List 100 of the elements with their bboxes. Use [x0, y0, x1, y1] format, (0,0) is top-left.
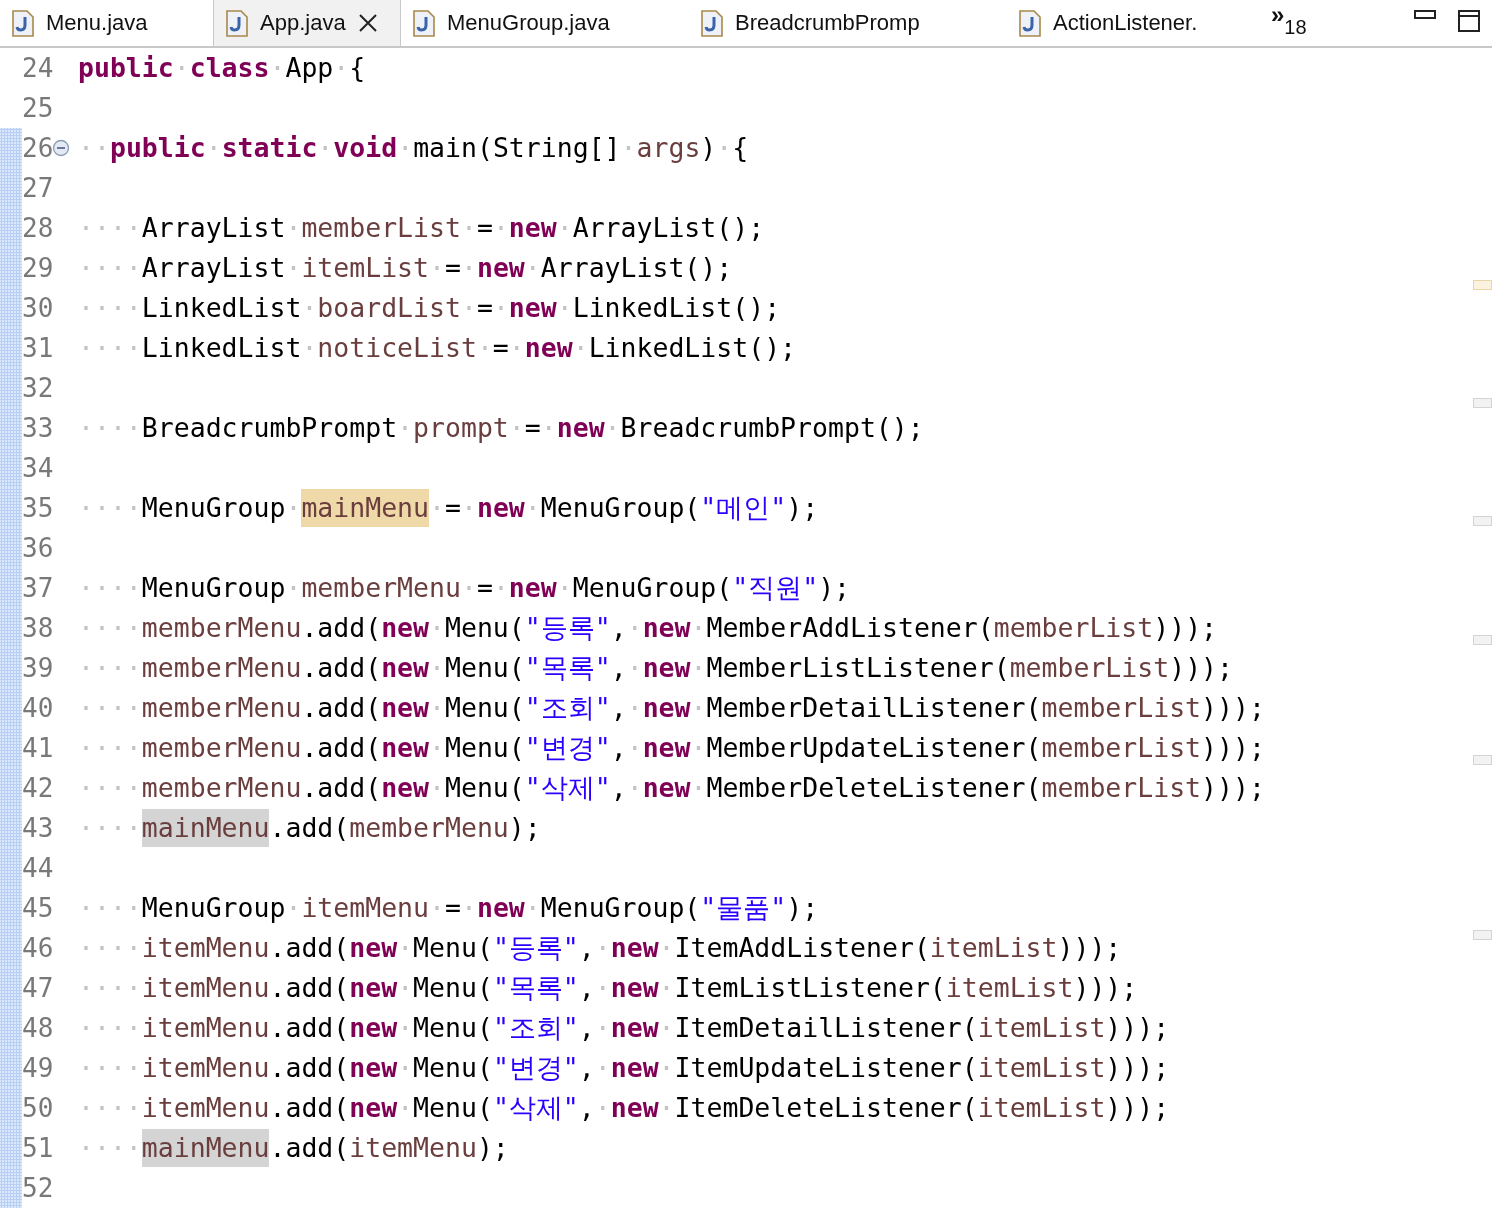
code-text: ,: [578, 1051, 595, 1085]
variable-text: itemMenu: [141, 931, 270, 965]
whitespace-marker: ·: [460, 211, 477, 245]
whitespace-marker: ····: [78, 211, 142, 245]
code-text: =: [476, 291, 493, 325]
whitespace-marker: ·: [626, 691, 643, 725]
whitespace-marker: ·: [690, 771, 707, 805]
code-text: ,: [578, 931, 595, 965]
line-number: 47: [22, 973, 54, 1003]
whitespace-marker: ····: [78, 811, 142, 845]
keyword-text: new: [610, 931, 659, 965]
string-literal: "삭제": [524, 771, 611, 805]
whitespace-marker: ····: [78, 651, 142, 685]
line-number: 33: [22, 413, 54, 443]
line-number: 46: [22, 933, 54, 963]
keyword-text: new: [476, 251, 525, 285]
keyword-text: new: [349, 1011, 398, 1045]
code-text: MenuGroup: [141, 891, 286, 925]
code-text: )));: [1105, 1091, 1170, 1125]
code-text: );: [786, 891, 819, 925]
variable-text: memberList: [993, 611, 1154, 645]
variable-text: memberMenu: [141, 731, 302, 765]
code-text: ,: [578, 1091, 595, 1125]
keyword-text: new: [476, 891, 525, 925]
string-literal: "등록": [492, 931, 579, 965]
variable-text: itemList: [977, 1091, 1106, 1125]
whitespace-marker: ·: [540, 411, 557, 445]
line-number: 51: [22, 1133, 54, 1163]
variable-text: memberList: [1041, 771, 1202, 805]
code-text: ItemUpdateListener(: [674, 1051, 978, 1085]
whitespace-marker: ·: [658, 931, 675, 965]
line-number: 44: [22, 853, 54, 883]
code-text: )));: [1153, 611, 1218, 645]
keyword-text: new: [508, 211, 557, 245]
whitespace-marker: ·: [285, 571, 302, 605]
code-text: ,: [578, 1011, 595, 1045]
code-text: Menu(: [445, 691, 525, 725]
code-text: );: [818, 571, 851, 605]
whitespace-marker: ·: [317, 131, 334, 165]
overview-marker: [1473, 280, 1492, 290]
code-text: Menu(: [413, 931, 493, 965]
code-text: Menu(: [445, 651, 525, 685]
whitespace-marker: ·: [285, 891, 302, 925]
whitespace-marker: ·: [333, 51, 350, 85]
keyword-text: new: [610, 1011, 659, 1045]
variable-text: itemMenu: [141, 1011, 270, 1045]
keyword-text: new: [642, 771, 691, 805]
whitespace-marker: ·: [626, 771, 643, 805]
whitespace-marker: ·: [269, 51, 286, 85]
whitespace-marker: ·: [594, 971, 611, 1005]
whitespace-marker: ····: [78, 611, 142, 645]
code-text: =: [445, 891, 461, 925]
minimize-icon[interactable]: [1414, 10, 1436, 20]
code-text: ): [700, 131, 717, 165]
code-text: Menu(: [445, 611, 525, 645]
keyword-text: new: [642, 611, 691, 645]
overview-marker: [1473, 755, 1492, 765]
keyword-text: new: [508, 571, 557, 605]
code-text: LinkedList: [141, 291, 302, 325]
whitespace-marker: ·: [594, 1011, 611, 1045]
code-text: );: [786, 491, 819, 525]
whitespace-marker: ·: [658, 1051, 675, 1085]
whitespace-marker: ····: [78, 1051, 142, 1085]
variable-text: memberList: [301, 211, 461, 245]
editor-tab[interactable]: App.java: [213, 0, 401, 46]
variable-text: prompt: [413, 411, 509, 445]
collapse-icon[interactable]: [52, 139, 71, 157]
variable-text: itemMenu: [349, 1131, 477, 1165]
whitespace-marker: ·: [285, 491, 302, 525]
string-literal: "변경": [492, 1051, 579, 1085]
whitespace-marker: ····: [78, 771, 142, 805]
editor-tab[interactable]: Menu.java: [0, 0, 213, 46]
code-text: ItemDeleteListener(: [674, 1091, 978, 1125]
java-file-icon: [12, 9, 34, 37]
close-icon[interactable]: [357, 13, 378, 33]
java-file-icon: [413, 9, 435, 37]
whitespace-marker: ·: [658, 971, 675, 1005]
code-text: )));: [1201, 691, 1265, 725]
variable-text: memberMenu: [141, 651, 302, 685]
keyword-text: new: [349, 931, 398, 965]
code-text: {: [732, 131, 749, 165]
code-text: ItemAddListener(: [674, 931, 930, 965]
whitespace-marker: ····: [78, 251, 142, 285]
editor-tab[interactable]: BreadcrumbPromp: [679, 0, 999, 46]
code-text: MemberDeleteListener(: [706, 771, 1042, 805]
whitespace-marker: ·: [397, 1051, 414, 1085]
overview-marker: [1473, 930, 1492, 940]
maximize-icon[interactable]: [1458, 10, 1480, 32]
code-text: )));: [1169, 651, 1233, 685]
variable-text: mainMenu: [141, 809, 270, 847]
keyword-text: new: [381, 771, 430, 805]
code-text: )));: [1105, 1011, 1170, 1045]
editor-tab[interactable]: ActionListener.: [999, 0, 1255, 46]
code-text: {: [349, 51, 366, 85]
whitespace-marker: ·: [460, 571, 477, 605]
java-file-icon: [226, 9, 248, 37]
editor-tab[interactable]: MenuGroup.java: [401, 0, 679, 46]
line-number: 43: [22, 813, 54, 843]
keyword-text: new: [610, 1051, 659, 1085]
string-literal: "삭제": [492, 1091, 579, 1125]
